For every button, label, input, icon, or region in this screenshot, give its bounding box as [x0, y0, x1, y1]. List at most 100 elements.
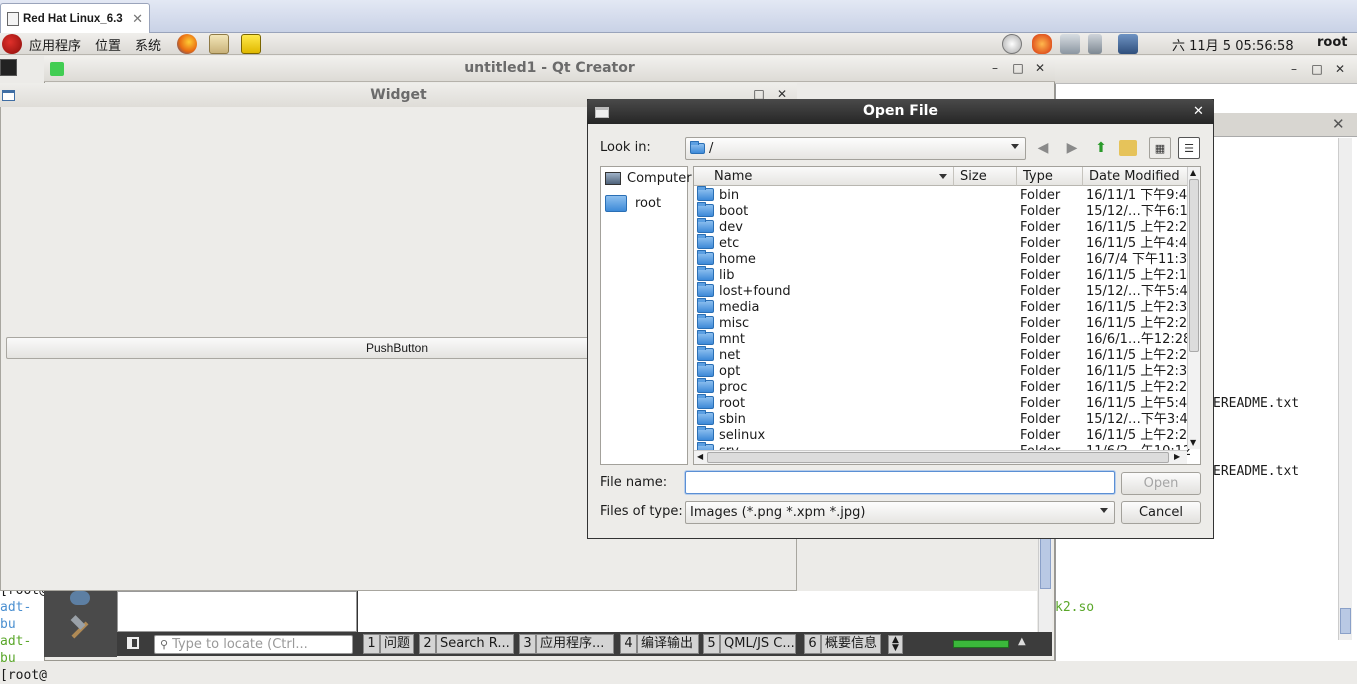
detail-view-icon[interactable]: ☰ — [1178, 137, 1200, 159]
close-icon[interactable]: ✕ — [1332, 62, 1348, 76]
close-icon[interactable]: ✕ — [1332, 115, 1345, 133]
list-view-icon[interactable]: ▦ — [1149, 137, 1171, 159]
file-row[interactable]: dev Folder 16/11/5 上午2:28 — [694, 218, 1195, 236]
file-type-cell: Folder — [1020, 332, 1061, 347]
redhat-logo-icon[interactable] — [2, 34, 22, 54]
background-scrollbar[interactable] — [1338, 138, 1352, 640]
file-row[interactable]: sbin Folder 15/12/…下午3:44 — [694, 410, 1196, 428]
file-name-input[interactable] — [685, 471, 1115, 494]
file-type-combo[interactable]: Images (*.png *.xpm *.jpg) — [685, 501, 1115, 524]
maximize-icon[interactable]: □ — [1309, 62, 1325, 76]
menu-places[interactable]: 位置 — [95, 35, 121, 54]
places-sidebar: Computer root — [600, 166, 692, 465]
tab-number: 3 — [519, 634, 536, 654]
file-row[interactable]: net Folder 16/11/5 上午2:28 — [694, 346, 1195, 364]
vm-tab[interactable]: Red Hat Linux_6.3 ✕ — [0, 3, 150, 33]
scroll-down-icon[interactable]: ▼ — [1190, 438, 1196, 447]
column-header-size[interactable]: Size — [954, 167, 1017, 186]
file-row[interactable]: root Folder 16/11/5 上午5:43 — [694, 394, 1195, 412]
column-header-type[interactable]: Type — [1017, 167, 1083, 186]
display-icon[interactable] — [1118, 34, 1138, 54]
sort-arrow-icon — [939, 174, 947, 179]
mail-icon[interactable] — [209, 34, 229, 54]
file-row[interactable]: bin Folder 16/11/1 下午9:46 — [694, 186, 1195, 204]
file-row[interactable]: boot Folder 15/12/…下午6:16 — [694, 202, 1196, 220]
back-icon[interactable]: ◀ — [1032, 137, 1054, 159]
scroll-thumb[interactable] — [707, 452, 1169, 463]
close-icon[interactable]: ✕ — [1032, 61, 1048, 75]
file-type-cell: Folder — [1020, 220, 1061, 235]
scroll-right-icon[interactable]: ▶ — [1174, 452, 1180, 461]
tab-number: 2 — [419, 634, 436, 654]
look-in-combo[interactable]: / — [685, 137, 1026, 160]
locate-field[interactable]: ⚲ Type to locate (Ctrl... — [154, 635, 353, 654]
file-row[interactable]: home Folder 16/7/4 下午11:33 — [694, 250, 1195, 268]
build-hammer-icon[interactable] — [68, 615, 92, 641]
column-label: Date Modified — [1089, 169, 1180, 184]
tab-label: 应用程序... — [536, 634, 614, 654]
column-header-name[interactable]: Name — [694, 167, 954, 186]
scroll-thumb[interactable] — [1040, 537, 1051, 589]
scroll-thumb[interactable] — [1340, 608, 1351, 634]
forward-icon[interactable]: ▶ — [1061, 137, 1083, 159]
maximize-icon[interactable]: □ — [1010, 61, 1026, 75]
new-folder-icon[interactable] — [1119, 140, 1137, 156]
cancel-button[interactable]: Cancel — [1121, 501, 1201, 524]
user-name[interactable]: root — [1317, 35, 1348, 50]
close-icon[interactable]: ✕ — [132, 11, 143, 27]
middle-scrollbar[interactable] — [1038, 537, 1052, 632]
tab-number: 1 — [363, 634, 380, 654]
file-list: Name Size Type Date Modified bin Folder 16… — [693, 166, 1201, 465]
debug-icon[interactable] — [70, 591, 90, 605]
toggle-sidebar-icon[interactable] — [127, 637, 139, 649]
file-entry: k2.so — [1055, 600, 1095, 615]
file-row[interactable]: media Folder 16/11/5 上午2:30 — [694, 298, 1195, 316]
qt-sidebar — [44, 591, 117, 657]
parent-directory-icon[interactable]: ⬆ — [1090, 137, 1112, 159]
expand-up-icon[interactable]: ▲ — [1018, 636, 1026, 647]
file-row[interactable]: opt Folder 16/11/5 上午2:31 — [694, 362, 1195, 380]
dialog-title: Open File — [863, 103, 938, 119]
vm-tab-title: Red Hat Linux_6.3 — [23, 12, 123, 25]
file-name-cell: lost+found — [719, 284, 791, 299]
sidebar-item-root[interactable]: root — [605, 195, 661, 212]
file-row[interactable]: selinux Folder 16/11/5 上午2:26 — [694, 426, 1195, 444]
column-header-date[interactable]: Date Modified — [1083, 167, 1188, 186]
alert-icon[interactable] — [1032, 34, 1052, 54]
horizontal-scrollbar[interactable]: ◀ ▶ — [694, 450, 1187, 464]
folder-icon — [697, 410, 714, 425]
file-type-cell: Folder — [1020, 412, 1061, 427]
menu-system[interactable]: 系统 — [135, 35, 161, 54]
sidebar-item-computer[interactable]: Computer — [605, 171, 692, 186]
file-date-cell: 16/11/5 上午2:13 — [1086, 268, 1196, 283]
file-row[interactable]: misc Folder 16/11/5 上午2:28 — [694, 314, 1195, 332]
update-icon[interactable] — [1002, 34, 1022, 54]
vm-icon — [7, 11, 19, 26]
file-row[interactable]: proc Folder 16/11/5 上午2:26 — [694, 378, 1195, 396]
clock[interactable]: 六 11月 5 05:56:58 — [1172, 35, 1294, 54]
file-type-cell: Folder — [1020, 284, 1061, 299]
file-row[interactable]: mnt Folder 16/6/1…午12:28 — [694, 330, 1191, 348]
scroll-up-icon[interactable]: ▲ — [1190, 168, 1196, 177]
folder-icon — [697, 314, 714, 329]
scroll-thumb[interactable] — [1189, 179, 1199, 352]
firefox-icon[interactable] — [177, 34, 197, 54]
network-icon[interactable] — [1060, 34, 1080, 54]
file-type-cell: Folder — [1020, 380, 1061, 395]
terminal-icon[interactable] — [0, 59, 17, 76]
file-type-cell: Folder — [1020, 348, 1061, 363]
more-tabs-button[interactable]: ▲ ▼ — [888, 635, 903, 654]
minimize-icon[interactable]: – — [987, 61, 1003, 75]
file-row[interactable]: lib Folder 16/11/5 上午2:13 — [694, 266, 1195, 284]
notes-icon[interactable] — [241, 34, 261, 54]
file-row[interactable]: etc Folder 16/11/5 上午4:40 — [694, 234, 1195, 252]
open-button[interactable]: Open — [1121, 472, 1201, 495]
file-row[interactable]: lost+found Folder 15/12/…下午5:47 — [694, 282, 1196, 300]
vertical-scrollbar[interactable]: ▲ ▼ — [1187, 167, 1200, 449]
close-icon[interactable]: ✕ — [1193, 104, 1204, 119]
minimize-icon[interactable]: – — [1286, 62, 1302, 76]
scroll-left-icon[interactable]: ◀ — [697, 452, 703, 461]
volume-icon[interactable] — [1088, 34, 1102, 54]
menu-applications[interactable]: 应用程序 — [29, 35, 81, 54]
terminal-background: [root@ adt-bu adt-bu [root@ — [0, 580, 47, 683]
